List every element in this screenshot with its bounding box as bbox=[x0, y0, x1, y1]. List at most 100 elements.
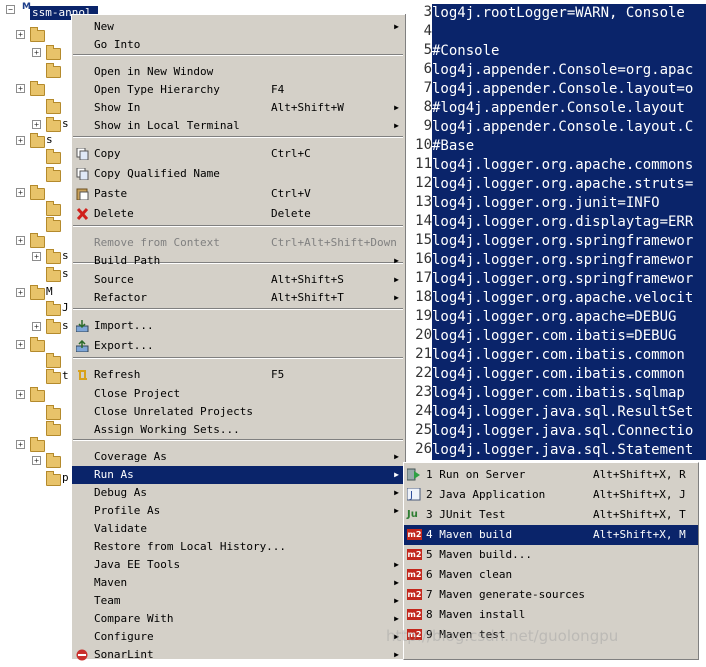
menu-item-show-in[interactable]: Show In Alt+Shift+W ▶ bbox=[72, 99, 405, 117]
menu-item-java-ee-tools[interactable]: Java EE Tools ▶ bbox=[72, 556, 405, 574]
menu-item-new[interactable]: New ▶ bbox=[72, 18, 405, 36]
expand-toggle[interactable]: + bbox=[32, 48, 41, 57]
code-line[interactable]: log4j.appender.Console=org.apac bbox=[432, 61, 706, 80]
submenu-item-2-java-application[interactable]: J 2 Java Application Alt+Shift+X, J bbox=[404, 485, 698, 505]
code-line[interactable]: log4j.logger.org.springframewor bbox=[432, 251, 706, 270]
tree-item[interactable]: + bbox=[0, 436, 72, 452]
tree-item[interactable] bbox=[0, 166, 72, 182]
tree-item[interactable]: J bbox=[0, 300, 72, 316]
code-line[interactable]: log4j.appender.Console.layout=o bbox=[432, 80, 706, 99]
menu-item-coverage-as[interactable]: Coverage As ▶ bbox=[72, 448, 405, 466]
menu-item-restore-from-local-history[interactable]: Restore from Local History... bbox=[72, 538, 405, 556]
tree-item[interactable]: + M bbox=[0, 284, 72, 300]
submenu-item-8-maven-install[interactable]: m2 8 Maven install bbox=[404, 605, 698, 625]
code-line[interactable]: log4j.logger.org.apache.commons bbox=[432, 156, 706, 175]
tree-item[interactable]: + bbox=[0, 232, 72, 248]
menu-item-build-path[interactable]: Build Path ▶ bbox=[72, 252, 405, 270]
tree-item[interactable]: + s bbox=[0, 116, 72, 132]
expand-toggle[interactable]: + bbox=[32, 322, 41, 331]
menu-item-close-unrelated-projects[interactable]: Close Unrelated Projects bbox=[72, 403, 405, 421]
menu-item-debug-as[interactable]: Debug As ▶ bbox=[72, 484, 405, 502]
submenu-item-3-junit-test[interactable]: Ju 3 JUnit Test Alt+Shift+X, T bbox=[404, 505, 698, 525]
tree-item[interactable]: + bbox=[0, 336, 72, 352]
menu-item-export[interactable]: Export... bbox=[72, 337, 405, 355]
menu-item-copy-qualified-name[interactable]: Copy Qualified Name bbox=[72, 165, 405, 183]
code-line[interactable]: #Console bbox=[432, 42, 706, 61]
tree-item[interactable]: p bbox=[0, 470, 72, 486]
tree-item[interactable]: s bbox=[0, 266, 72, 282]
menu-item-run-as[interactable]: Run As ▶ bbox=[72, 466, 405, 484]
tree-item[interactable] bbox=[0, 404, 72, 420]
code-line[interactable]: log4j.logger.org.junit=INFO bbox=[432, 194, 706, 213]
expand-toggle[interactable]: + bbox=[16, 288, 25, 297]
tree-item[interactable] bbox=[0, 98, 72, 114]
tree-item-project[interactable]: − M ssm-annol bbox=[2, 2, 98, 20]
menu-item-paste[interactable]: Paste Ctrl+V bbox=[72, 185, 405, 203]
collapse-toggle[interactable]: − bbox=[6, 5, 15, 14]
menu-item-import[interactable]: Import... bbox=[72, 317, 405, 335]
expand-toggle[interactable]: + bbox=[16, 340, 25, 349]
tree-item[interactable]: t bbox=[0, 368, 72, 384]
expand-toggle[interactable]: + bbox=[32, 252, 41, 261]
tree-item[interactable] bbox=[0, 148, 72, 164]
expand-toggle[interactable]: + bbox=[16, 136, 25, 145]
expand-toggle[interactable]: + bbox=[32, 120, 41, 129]
code-line[interactable]: log4j.logger.com.ibatis=DEBUG bbox=[432, 327, 706, 346]
menu-item-refactor[interactable]: Refactor Alt+Shift+T ▶ bbox=[72, 289, 405, 307]
menu-item-show-in-local-terminal[interactable]: Show in Local Terminal ▶ bbox=[72, 117, 405, 135]
menu-item-assign-working-sets[interactable]: Assign Working Sets... bbox=[72, 421, 405, 439]
menu-item-sonarlint[interactable]: SonarLint ▶ bbox=[72, 646, 405, 664]
submenu-item-6-maven-clean[interactable]: m2 6 Maven clean bbox=[404, 565, 698, 585]
expand-toggle[interactable]: + bbox=[16, 188, 25, 197]
code-line[interactable]: log4j.appender.Console.layout.C bbox=[432, 118, 706, 137]
code-line[interactable]: log4j.logger.java.sql.Statement bbox=[432, 441, 706, 460]
code-line[interactable]: log4j.logger.org.displaytag=ERR bbox=[432, 213, 706, 232]
code-line[interactable]: log4j.logger.org.apache.velocit bbox=[432, 289, 706, 308]
tree-item[interactable] bbox=[0, 420, 72, 436]
menu-item-compare-with[interactable]: Compare With ▶ bbox=[72, 610, 405, 628]
code-line[interactable]: log4j.logger.java.sql.ResultSet bbox=[432, 403, 706, 422]
tree-item[interactable]: + bbox=[0, 452, 72, 468]
menu-item-delete[interactable]: Delete Delete bbox=[72, 205, 405, 223]
expand-toggle[interactable]: + bbox=[32, 456, 41, 465]
menu-item-refresh[interactable]: Refresh F5 bbox=[72, 366, 405, 384]
code-line[interactable]: log4j.rootLogger=WARN, Console bbox=[432, 4, 706, 23]
code-line[interactable]: log4j.logger.org.apache.struts= bbox=[432, 175, 706, 194]
submenu-item-1-run-on-server[interactable]: 1 Run on Server Alt+Shift+X, R bbox=[404, 465, 698, 485]
code-line[interactable]: log4j.logger.org.springframewor bbox=[432, 232, 706, 251]
menu-item-source[interactable]: Source Alt+Shift+S ▶ bbox=[72, 271, 405, 289]
menu-item-configure[interactable]: Configure ▶ bbox=[72, 628, 405, 646]
expand-toggle[interactable]: + bbox=[16, 390, 25, 399]
expand-toggle[interactable]: + bbox=[16, 236, 25, 245]
submenu-item-7-maven-generate-sources[interactable]: m2 7 Maven generate-sources bbox=[404, 585, 698, 605]
tree-item[interactable]: + bbox=[0, 386, 72, 402]
menu-item-profile-as[interactable]: Profile As ▶ bbox=[72, 502, 405, 520]
code-line[interactable]: log4j.logger.com.ibatis.common bbox=[432, 365, 706, 384]
tree-item[interactable] bbox=[0, 216, 72, 232]
code-line[interactable]: log4j.logger.org.springframewor bbox=[432, 270, 706, 289]
expand-toggle[interactable]: + bbox=[16, 440, 25, 449]
tree-item[interactable]: + bbox=[0, 26, 72, 42]
code-line[interactable]: log4j.logger.com.ibatis.sqlmap bbox=[432, 384, 706, 403]
submenu-item-4-maven-build[interactable]: m2 4 Maven build Alt+Shift+X, M bbox=[404, 525, 698, 545]
code-line[interactable]: log4j.logger.java.sql.Connectio bbox=[432, 422, 706, 441]
code-line[interactable]: #Base bbox=[432, 137, 706, 156]
tree-item[interactable] bbox=[0, 352, 72, 368]
menu-item-open-in-new-window[interactable]: Open in New Window bbox=[72, 63, 405, 81]
tree-item[interactable]: + s bbox=[0, 248, 72, 264]
menu-item-maven[interactable]: Maven ▶ bbox=[72, 574, 405, 592]
menu-item-copy[interactable]: Copy Ctrl+C bbox=[72, 145, 405, 163]
tree-item[interactable]: + bbox=[0, 44, 72, 60]
tree-item[interactable]: + bbox=[0, 184, 72, 200]
tree-item[interactable] bbox=[0, 200, 72, 216]
menu-item-validate[interactable]: Validate bbox=[72, 520, 405, 538]
menu-item-go-into[interactable]: Go Into bbox=[72, 36, 405, 54]
code-line[interactable] bbox=[432, 23, 706, 42]
submenu-item-5-maven-build[interactable]: m2 5 Maven build... bbox=[404, 545, 698, 565]
code-line[interactable]: log4j.logger.org.apache=DEBUG bbox=[432, 308, 706, 327]
tree-item[interactable]: + s bbox=[0, 132, 72, 148]
code-line[interactable]: #log4j.appender.Console.layout bbox=[432, 99, 706, 118]
menu-item-close-project[interactable]: Close Project bbox=[72, 385, 405, 403]
expand-toggle[interactable]: + bbox=[16, 84, 25, 93]
tree-item[interactable]: + s bbox=[0, 318, 72, 334]
